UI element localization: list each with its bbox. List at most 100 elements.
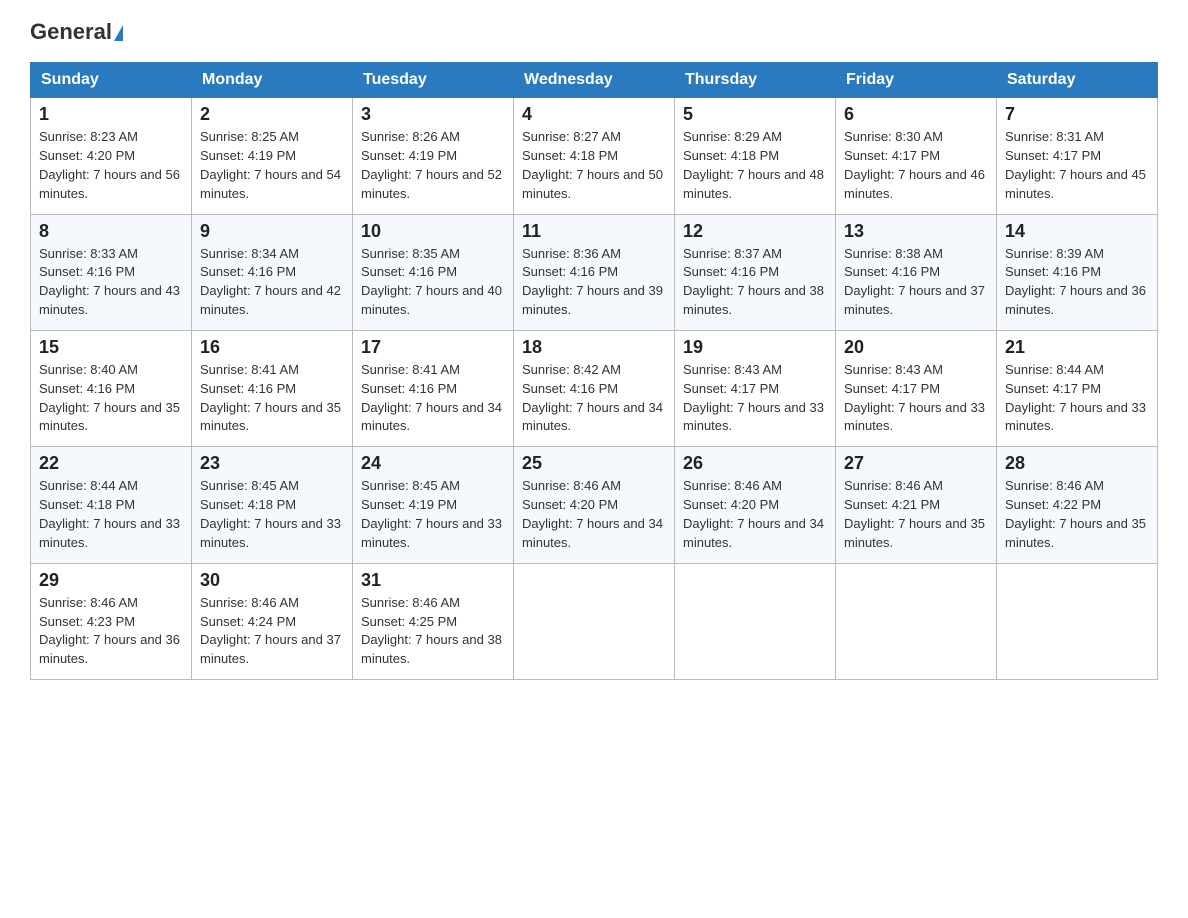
calendar-cell: 14 Sunrise: 8:39 AMSunset: 4:16 PMDayligh… bbox=[997, 214, 1158, 330]
day-info: Sunrise: 8:43 AMSunset: 4:17 PMDaylight:… bbox=[844, 362, 985, 434]
day-info: Sunrise: 8:46 AMSunset: 4:25 PMDaylight:… bbox=[361, 595, 502, 667]
day-number: 14 bbox=[1005, 221, 1149, 242]
calendar-cell: 26 Sunrise: 8:46 AMSunset: 4:20 PMDayligh… bbox=[675, 447, 836, 563]
logo: General bbox=[30, 20, 123, 44]
day-number: 23 bbox=[200, 453, 344, 474]
day-info: Sunrise: 8:26 AMSunset: 4:19 PMDaylight:… bbox=[361, 129, 502, 201]
calendar-cell: 8 Sunrise: 8:33 AMSunset: 4:16 PMDaylight… bbox=[31, 214, 192, 330]
calendar-cell bbox=[836, 563, 997, 679]
day-number: 22 bbox=[39, 453, 183, 474]
day-number: 17 bbox=[361, 337, 505, 358]
day-info: Sunrise: 8:34 AMSunset: 4:16 PMDaylight:… bbox=[200, 246, 341, 318]
day-info: Sunrise: 8:38 AMSunset: 4:16 PMDaylight:… bbox=[844, 246, 985, 318]
day-info: Sunrise: 8:37 AMSunset: 4:16 PMDaylight:… bbox=[683, 246, 824, 318]
day-number: 15 bbox=[39, 337, 183, 358]
calendar-cell bbox=[997, 563, 1158, 679]
calendar-body: 1 Sunrise: 8:23 AMSunset: 4:20 PMDaylight… bbox=[31, 98, 1158, 680]
calendar-cell: 12 Sunrise: 8:37 AMSunset: 4:16 PMDayligh… bbox=[675, 214, 836, 330]
day-info: Sunrise: 8:25 AMSunset: 4:19 PMDaylight:… bbox=[200, 129, 341, 201]
calendar-cell: 20 Sunrise: 8:43 AMSunset: 4:17 PMDayligh… bbox=[836, 330, 997, 446]
day-info: Sunrise: 8:46 AMSunset: 4:20 PMDaylight:… bbox=[522, 478, 663, 550]
calendar-cell: 6 Sunrise: 8:30 AMSunset: 4:17 PMDaylight… bbox=[836, 98, 997, 214]
day-number: 9 bbox=[200, 221, 344, 242]
calendar-cell: 4Sunrise: 8:27 AMSunset: 4:18 PMDaylight… bbox=[514, 98, 675, 214]
day-number: 28 bbox=[1005, 453, 1149, 474]
calendar-cell bbox=[675, 563, 836, 679]
calendar-cell: 27 Sunrise: 8:46 AMSunset: 4:21 PMDayligh… bbox=[836, 447, 997, 563]
calendar-cell: 29 Sunrise: 8:46 AMSunset: 4:23 PMDayligh… bbox=[31, 563, 192, 679]
day-info: Sunrise: 8:46 AMSunset: 4:21 PMDaylight:… bbox=[844, 478, 985, 550]
calendar-header: SundayMondayTuesdayWednesdayThursdayFrid… bbox=[31, 63, 1158, 98]
day-info: Sunrise: 8:46 AMSunset: 4:23 PMDaylight:… bbox=[39, 595, 180, 667]
day-info: Sunrise: 8:45 AMSunset: 4:19 PMDaylight:… bbox=[361, 478, 502, 550]
day-info: Sunrise: 8:30 AMSunset: 4:17 PMDaylight:… bbox=[844, 129, 985, 201]
calendar-cell: 9 Sunrise: 8:34 AMSunset: 4:16 PMDaylight… bbox=[192, 214, 353, 330]
day-number: 31 bbox=[361, 570, 505, 591]
day-info: Sunrise: 8:39 AMSunset: 4:16 PMDaylight:… bbox=[1005, 246, 1146, 318]
calendar-cell: 15 Sunrise: 8:40 AMSunset: 4:16 PMDayligh… bbox=[31, 330, 192, 446]
calendar-week-row: 15 Sunrise: 8:40 AMSunset: 4:16 PMDayligh… bbox=[31, 330, 1158, 446]
calendar-week-row: 8 Sunrise: 8:33 AMSunset: 4:16 PMDaylight… bbox=[31, 214, 1158, 330]
day-info: Sunrise: 8:44 AMSunset: 4:18 PMDaylight:… bbox=[39, 478, 180, 550]
day-number: 8 bbox=[39, 221, 183, 242]
logo-line1: General bbox=[30, 20, 123, 44]
day-info: Sunrise: 8:33 AMSunset: 4:16 PMDaylight:… bbox=[39, 246, 180, 318]
day-number: 6 bbox=[844, 104, 988, 125]
day-number: 16 bbox=[200, 337, 344, 358]
calendar-cell: 21Sunrise: 8:44 AMSunset: 4:17 PMDayligh… bbox=[997, 330, 1158, 446]
day-info: Sunrise: 8:43 AMSunset: 4:17 PMDaylight:… bbox=[683, 362, 824, 434]
calendar-cell: 2 Sunrise: 8:25 AMSunset: 4:19 PMDaylight… bbox=[192, 98, 353, 214]
weekday-header-saturday: Saturday bbox=[997, 63, 1158, 98]
weekday-header-sunday: Sunday bbox=[31, 63, 192, 98]
calendar-cell: 3 Sunrise: 8:26 AMSunset: 4:19 PMDaylight… bbox=[353, 98, 514, 214]
calendar-cell: 5 Sunrise: 8:29 AMSunset: 4:18 PMDaylight… bbox=[675, 98, 836, 214]
calendar-cell: 17 Sunrise: 8:41 AMSunset: 4:16 PMDayligh… bbox=[353, 330, 514, 446]
calendar-cell: 28Sunrise: 8:46 AMSunset: 4:22 PMDayligh… bbox=[997, 447, 1158, 563]
day-number: 5 bbox=[683, 104, 827, 125]
day-info: Sunrise: 8:23 AMSunset: 4:20 PMDaylight:… bbox=[39, 129, 180, 201]
day-info: Sunrise: 8:40 AMSunset: 4:16 PMDaylight:… bbox=[39, 362, 180, 434]
day-info: Sunrise: 8:45 AMSunset: 4:18 PMDaylight:… bbox=[200, 478, 341, 550]
calendar-cell: 31 Sunrise: 8:46 AMSunset: 4:25 PMDayligh… bbox=[353, 563, 514, 679]
day-number: 25 bbox=[522, 453, 666, 474]
calendar-table: SundayMondayTuesdayWednesdayThursdayFrid… bbox=[30, 62, 1158, 680]
day-number: 12 bbox=[683, 221, 827, 242]
calendar-cell: 22 Sunrise: 8:44 AMSunset: 4:18 PMDayligh… bbox=[31, 447, 192, 563]
calendar-cell: 13 Sunrise: 8:38 AMSunset: 4:16 PMDayligh… bbox=[836, 214, 997, 330]
day-info: Sunrise: 8:46 AMSunset: 4:20 PMDaylight:… bbox=[683, 478, 824, 550]
calendar-cell: 18 Sunrise: 8:42 AMSunset: 4:16 PMDayligh… bbox=[514, 330, 675, 446]
weekday-header-friday: Friday bbox=[836, 63, 997, 98]
weekday-header-thursday: Thursday bbox=[675, 63, 836, 98]
day-info: Sunrise: 8:46 AMSunset: 4:24 PMDaylight:… bbox=[200, 595, 341, 667]
day-number: 20 bbox=[844, 337, 988, 358]
page-header: General bbox=[30, 20, 1158, 44]
calendar-cell: 23 Sunrise: 8:45 AMSunset: 4:18 PMDayligh… bbox=[192, 447, 353, 563]
day-number: 29 bbox=[39, 570, 183, 591]
day-number: 10 bbox=[361, 221, 505, 242]
day-info: Sunrise: 8:41 AMSunset: 4:16 PMDaylight:… bbox=[200, 362, 341, 434]
day-info: Sunrise: 8:42 AMSunset: 4:16 PMDaylight:… bbox=[522, 362, 663, 434]
day-info: Sunrise: 8:29 AMSunset: 4:18 PMDaylight:… bbox=[683, 129, 824, 201]
day-number: 26 bbox=[683, 453, 827, 474]
day-number: 2 bbox=[200, 104, 344, 125]
calendar-cell: 7Sunrise: 8:31 AMSunset: 4:17 PMDaylight… bbox=[997, 98, 1158, 214]
calendar-week-row: 22 Sunrise: 8:44 AMSunset: 4:18 PMDayligh… bbox=[31, 447, 1158, 563]
calendar-cell: 11 Sunrise: 8:36 AMSunset: 4:16 PMDayligh… bbox=[514, 214, 675, 330]
day-number: 11 bbox=[522, 221, 666, 242]
day-info: Sunrise: 8:41 AMSunset: 4:16 PMDaylight:… bbox=[361, 362, 502, 434]
day-number: 30 bbox=[200, 570, 344, 591]
day-number: 13 bbox=[844, 221, 988, 242]
calendar-cell: 24Sunrise: 8:45 AMSunset: 4:19 PMDayligh… bbox=[353, 447, 514, 563]
day-number: 27 bbox=[844, 453, 988, 474]
day-number: 1 bbox=[39, 104, 183, 125]
day-number: 3 bbox=[361, 104, 505, 125]
weekday-header-wednesday: Wednesday bbox=[514, 63, 675, 98]
weekday-header-row: SundayMondayTuesdayWednesdayThursdayFrid… bbox=[31, 63, 1158, 98]
day-info: Sunrise: 8:35 AMSunset: 4:16 PMDaylight:… bbox=[361, 246, 502, 318]
day-number: 4 bbox=[522, 104, 666, 125]
weekday-header-tuesday: Tuesday bbox=[353, 63, 514, 98]
day-number: 18 bbox=[522, 337, 666, 358]
day-number: 19 bbox=[683, 337, 827, 358]
day-info: Sunrise: 8:36 AMSunset: 4:16 PMDaylight:… bbox=[522, 246, 663, 318]
calendar-week-row: 29 Sunrise: 8:46 AMSunset: 4:23 PMDayligh… bbox=[31, 563, 1158, 679]
